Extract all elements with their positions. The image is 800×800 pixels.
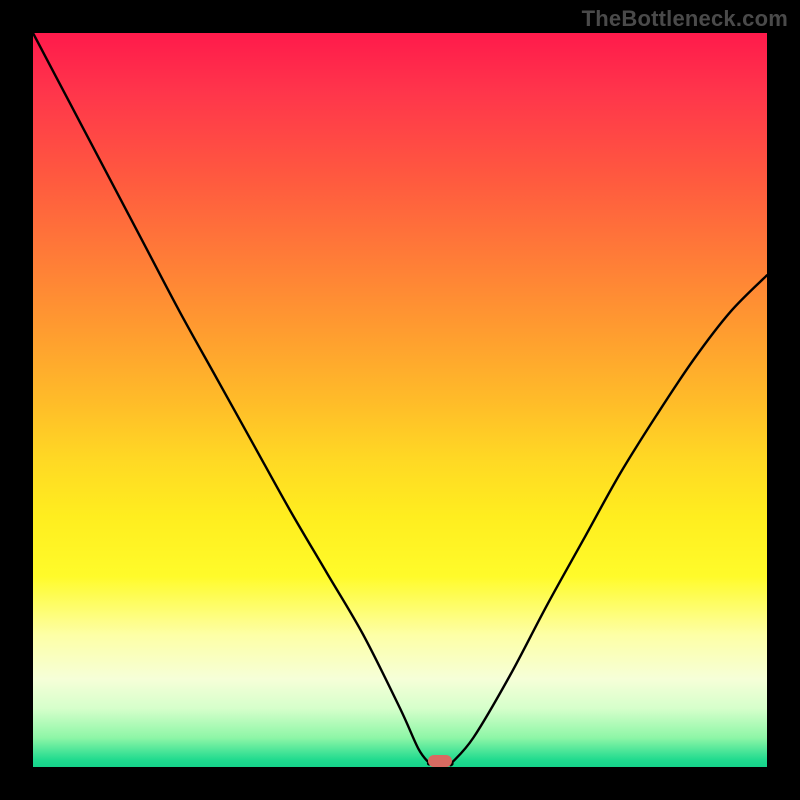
chart-frame: TheBottleneck.com bbox=[0, 0, 800, 800]
plot-area bbox=[33, 33, 767, 767]
watermark-text: TheBottleneck.com bbox=[582, 6, 788, 32]
min-marker bbox=[428, 755, 452, 767]
bottleneck-curve bbox=[33, 33, 767, 767]
